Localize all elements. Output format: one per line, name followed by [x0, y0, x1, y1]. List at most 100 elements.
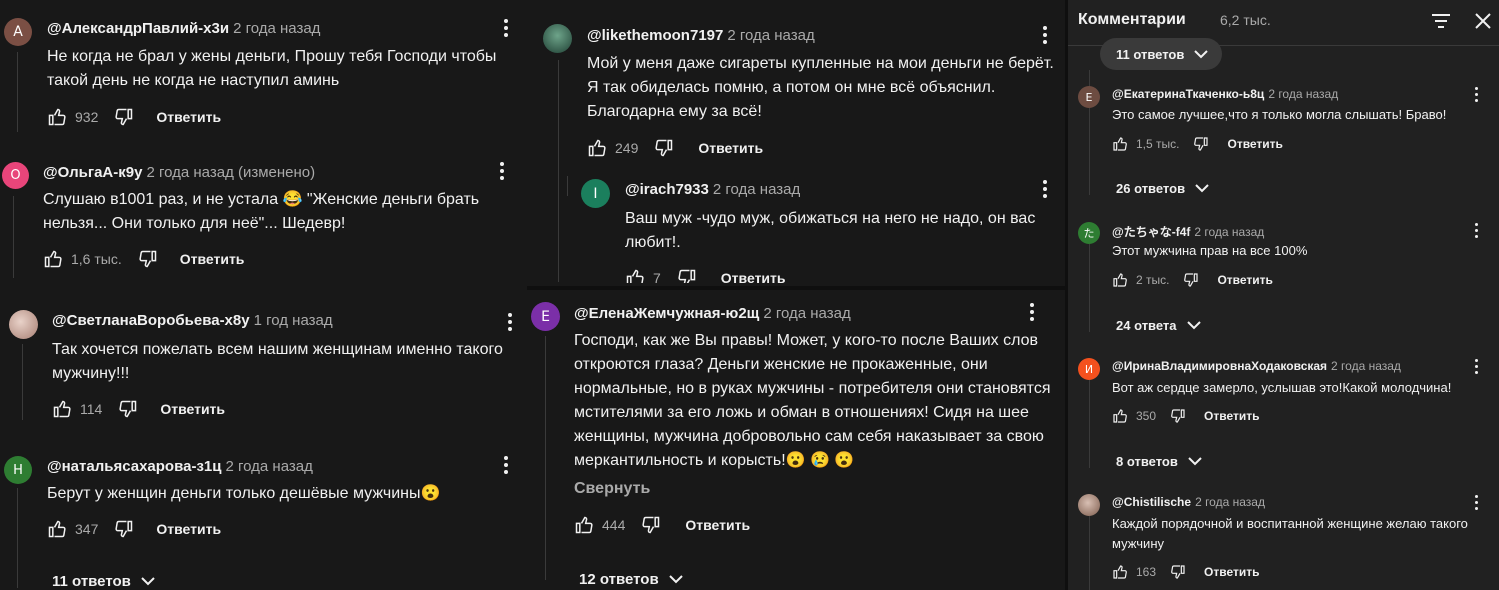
- comment-text: Берут у женщин деньги только дешёвые муж…: [47, 485, 441, 502]
- avatar[interactable]: E: [531, 302, 560, 331]
- dislike-icon[interactable]: [138, 249, 158, 269]
- reply-button[interactable]: Ответить: [698, 140, 763, 156]
- comment-author[interactable]: @likethemoon7197: [587, 27, 723, 44]
- more-actions-icon[interactable]: [1466, 490, 1486, 514]
- comment-time[interactable]: 2 года назад: [1331, 359, 1401, 373]
- avatar[interactable]: [1078, 494, 1100, 516]
- more-actions-icon[interactable]: [1035, 177, 1055, 201]
- more-actions-icon[interactable]: [496, 453, 516, 477]
- reply-button[interactable]: Ответить: [721, 270, 786, 283]
- like-icon[interactable]: [574, 515, 594, 535]
- dislike-icon[interactable]: [114, 107, 134, 127]
- reply-button[interactable]: Ответить: [160, 401, 225, 417]
- reply-button[interactable]: Ответить: [685, 517, 750, 533]
- like-icon[interactable]: [47, 519, 67, 539]
- comment-time[interactable]: 2 года назад: [1194, 225, 1264, 239]
- dislike-icon[interactable]: [1170, 408, 1186, 424]
- comment-header: @たちゃな-f4f 2 года назад: [1112, 223, 1264, 240]
- comment-author[interactable]: @АлександрПавлий-х3и: [47, 20, 229, 37]
- avatar[interactable]: [9, 310, 38, 339]
- comment-time[interactable]: 2 года назад: [763, 305, 850, 322]
- comment-author[interactable]: @irach7933: [625, 181, 709, 198]
- comment-time[interactable]: 2 года назад: [1195, 495, 1265, 509]
- comment-author[interactable]: @ЕленаЖемчужная-ю2щ: [574, 305, 759, 322]
- like-icon[interactable]: [47, 107, 67, 127]
- thread-line: [17, 488, 18, 588]
- avatar[interactable]: [543, 24, 572, 53]
- dislike-icon[interactable]: [654, 138, 674, 158]
- more-actions-icon[interactable]: [1466, 82, 1486, 106]
- like-icon[interactable]: [1112, 564, 1128, 580]
- collapse-button[interactable]: Свернуть: [574, 480, 650, 498]
- replies-count: 8 ответов: [1116, 454, 1178, 469]
- more-actions-icon[interactable]: [1022, 300, 1042, 324]
- show-replies-button[interactable]: 8 ответов: [1116, 454, 1202, 469]
- avatar[interactable]: た: [1078, 222, 1100, 244]
- avatar[interactable]: Е: [1078, 86, 1100, 108]
- dislike-icon[interactable]: [1183, 272, 1199, 288]
- reply-button[interactable]: Ответить: [1204, 409, 1259, 423]
- more-actions-icon[interactable]: [1466, 354, 1486, 378]
- reply-button[interactable]: Ответить: [1227, 137, 1282, 151]
- comment-header: @ОльгаА-к9у 2 года назад (изменено): [43, 164, 315, 181]
- show-replies-button[interactable]: 12 ответов: [579, 571, 683, 588]
- comment-actions: 1,6 тыс. Ответить: [43, 249, 244, 269]
- show-replies-button[interactable]: 26 ответов: [1116, 181, 1209, 196]
- close-icon[interactable]: [1472, 10, 1494, 32]
- like-icon[interactable]: [625, 268, 645, 283]
- like-icon[interactable]: [52, 399, 72, 419]
- replies-count: 11 ответов: [1116, 46, 1185, 62]
- like-count: 1,6 тыс.: [71, 251, 122, 267]
- comment-time[interactable]: 2 года назад: [233, 20, 320, 37]
- reply-button[interactable]: Ответить: [180, 251, 245, 267]
- avatar[interactable]: И: [1078, 358, 1100, 380]
- reply-button[interactable]: Ответить: [156, 109, 221, 125]
- comment-time[interactable]: 2 года назад: [1268, 87, 1338, 101]
- comment-author[interactable]: @СветланаВоробьева-х8у: [52, 312, 250, 329]
- dislike-icon[interactable]: [118, 399, 138, 419]
- comment-time[interactable]: 2 года назад: [713, 181, 800, 198]
- comment-time[interactable]: 2 года назад: [225, 458, 312, 475]
- comment-time[interactable]: 2 года назад: [727, 27, 814, 44]
- more-actions-icon[interactable]: [1466, 218, 1486, 242]
- comment-author[interactable]: @Chistilische: [1112, 495, 1191, 509]
- reply-button[interactable]: Ответить: [156, 521, 221, 537]
- comment-header: @irach7933 2 года назад: [625, 181, 800, 198]
- avatar[interactable]: А: [4, 18, 32, 46]
- show-replies-button[interactable]: 24 ответа: [1116, 318, 1201, 333]
- comment-author[interactable]: @натальясахарова-з1ц: [47, 458, 221, 475]
- more-actions-icon[interactable]: [1035, 23, 1055, 47]
- comment-author[interactable]: @ОльгаА-к9у: [43, 164, 142, 181]
- show-replies-button[interactable]: 11 ответов: [52, 573, 155, 590]
- like-icon[interactable]: [1112, 136, 1128, 152]
- dislike-icon[interactable]: [114, 519, 134, 539]
- comments-panel: Комментарии 6,2 тыс. 11 ответов Е @Екате…: [1068, 0, 1499, 590]
- like-icon[interactable]: [1112, 272, 1128, 288]
- dislike-icon[interactable]: [1193, 136, 1209, 152]
- more-actions-icon[interactable]: [500, 310, 520, 334]
- show-replies-button[interactable]: 11 ответов: [1100, 38, 1222, 70]
- like-icon[interactable]: [587, 138, 607, 158]
- panel-title: Комментарии: [1078, 11, 1186, 28]
- dislike-icon[interactable]: [641, 515, 661, 535]
- sort-icon[interactable]: [1430, 11, 1452, 31]
- avatar[interactable]: I: [581, 179, 610, 208]
- chevron-down-icon: [1186, 321, 1201, 330]
- more-actions-icon[interactable]: [496, 16, 516, 40]
- avatar[interactable]: Н: [4, 456, 32, 484]
- dislike-icon[interactable]: [1170, 564, 1186, 580]
- comment-time[interactable]: 1 год назад: [254, 312, 333, 329]
- more-actions-icon[interactable]: [492, 159, 512, 183]
- dislike-icon[interactable]: [677, 268, 697, 283]
- like-icon[interactable]: [43, 249, 63, 269]
- comment-time[interactable]: 2 года назад (изменено): [146, 164, 315, 181]
- comment-author[interactable]: @ЕкатеринаТкаченко-ь8ц: [1112, 87, 1264, 101]
- comment-author[interactable]: @ИринаВладимировнаХодаковская: [1112, 359, 1327, 373]
- reply-button[interactable]: Ответить: [1217, 273, 1272, 287]
- reply-button[interactable]: Ответить: [1204, 565, 1259, 579]
- like-icon[interactable]: [1112, 408, 1128, 424]
- avatar[interactable]: О: [2, 162, 29, 189]
- comment-author[interactable]: @たちゃな-f4f: [1112, 225, 1190, 239]
- chevron-down-icon: [1195, 184, 1209, 193]
- like-count: 932: [75, 109, 99, 125]
